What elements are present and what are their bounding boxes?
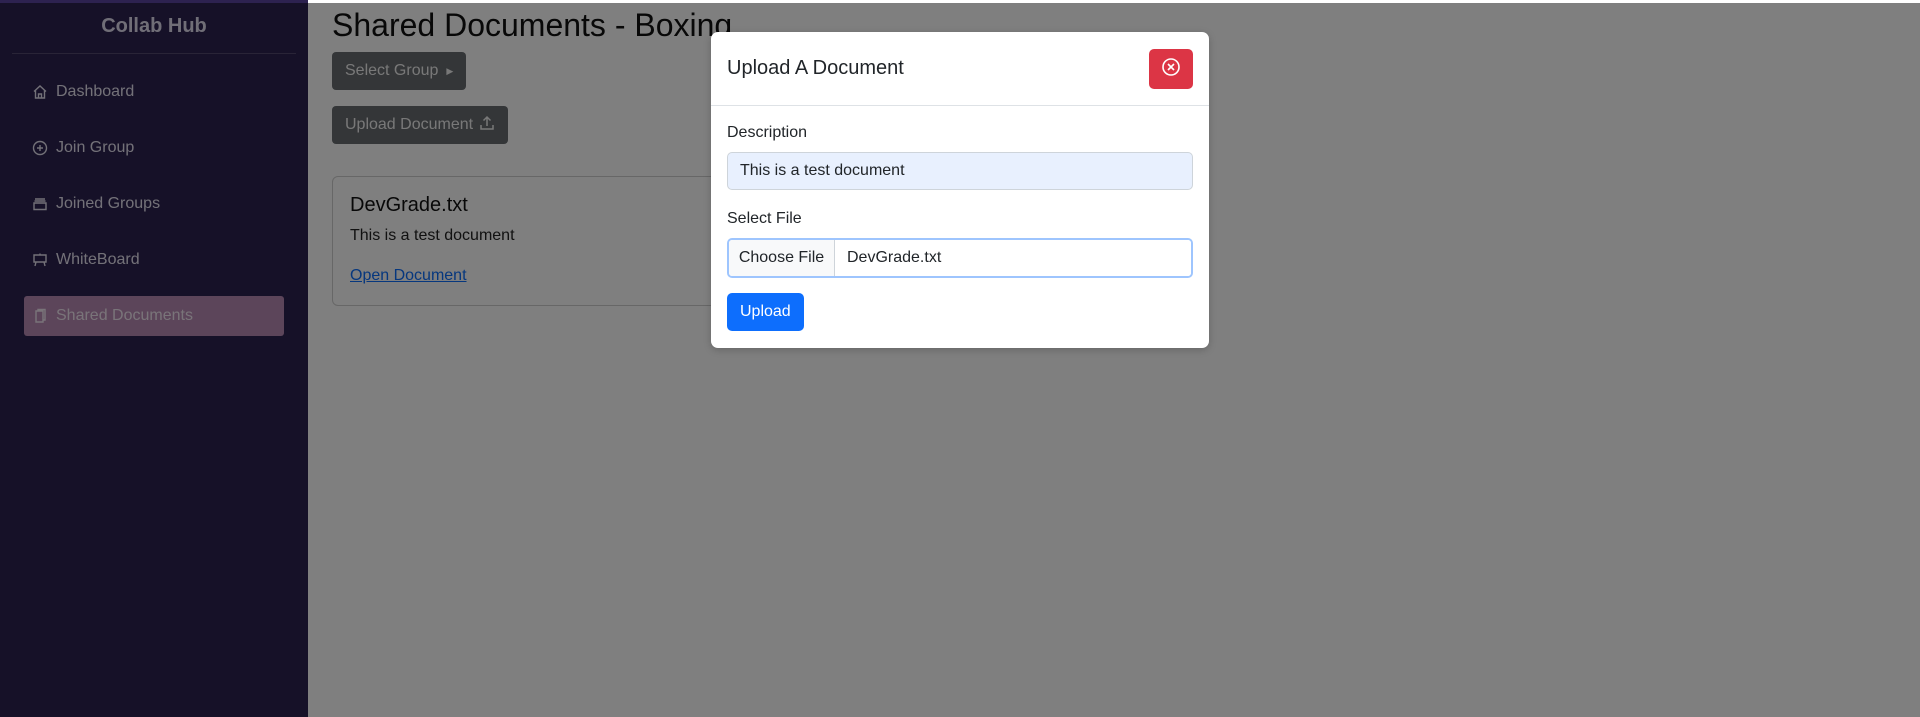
- file-input[interactable]: Choose File DevGrade.txt: [727, 238, 1193, 278]
- choose-file-button[interactable]: Choose File: [729, 240, 835, 276]
- description-label: Description: [727, 124, 808, 141]
- upload-modal: Upload A Document Description This is a …: [711, 32, 1209, 348]
- modal-body: Description This is a test document Sele…: [711, 106, 1209, 349]
- description-input[interactable]: This is a test document: [727, 152, 1193, 190]
- modal-header: Upload A Document: [711, 32, 1209, 106]
- close-button[interactable]: [1149, 48, 1193, 89]
- close-icon: [1161, 57, 1181, 80]
- modal-title: Upload A Document: [727, 57, 904, 79]
- select-file-label: Select File: [727, 210, 802, 227]
- upload-button[interactable]: Upload: [727, 293, 804, 331]
- selected-file-name: DevGrade.txt: [835, 240, 1191, 276]
